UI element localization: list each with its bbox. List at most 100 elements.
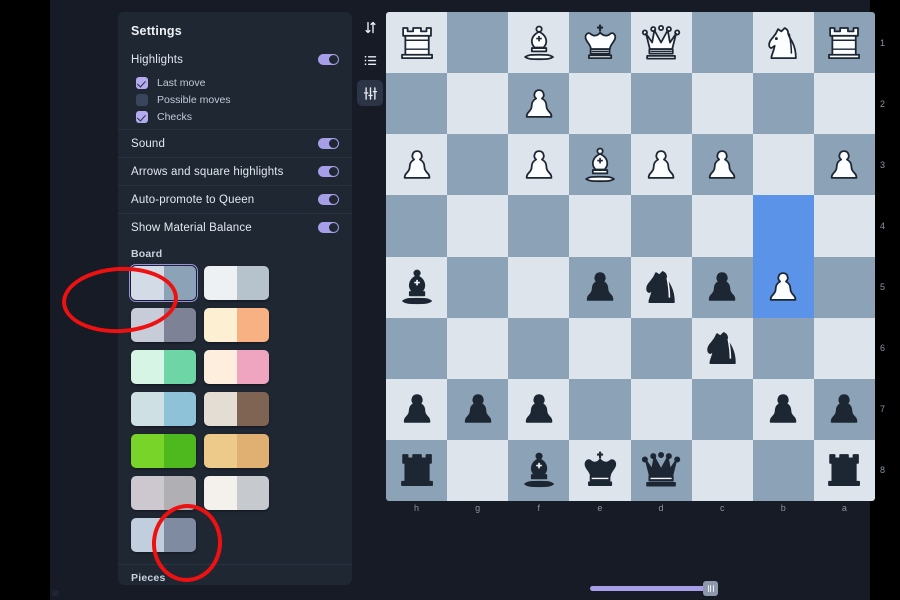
settings-sliders-icon[interactable] (357, 80, 383, 106)
board-theme-swatch[interactable] (131, 476, 196, 510)
board-square[interactable] (630, 256, 692, 318)
setting-row-arrows[interactable]: Arrows and square highlights (118, 157, 352, 185)
board-square[interactable] (386, 195, 448, 257)
board-square[interactable] (569, 12, 631, 74)
board-theme-swatch[interactable] (204, 476, 269, 510)
board-square[interactable] (752, 195, 814, 257)
board-square[interactable] (386, 134, 448, 196)
board-theme-swatch[interactable] (128, 263, 199, 303)
board-square[interactable] (569, 195, 631, 257)
board-theme-swatch[interactable] (204, 392, 269, 426)
board-square[interactable] (386, 378, 448, 440)
highlights-toggle[interactable] (318, 54, 339, 65)
board-square[interactable] (752, 317, 814, 379)
checkbox-last-move[interactable] (136, 76, 148, 89)
board-square[interactable] (508, 134, 570, 196)
move-list-icon[interactable] (357, 47, 383, 73)
board-square[interactable] (386, 439, 448, 501)
board-square[interactable] (691, 256, 753, 318)
board-square[interactable] (813, 12, 875, 74)
board-square[interactable] (813, 195, 875, 257)
board-square[interactable] (630, 195, 692, 257)
board-theme-swatch[interactable] (204, 308, 269, 342)
board-square[interactable] (386, 73, 448, 135)
chess-board[interactable] (386, 12, 875, 501)
board-square[interactable] (813, 439, 875, 501)
board-square[interactable] (752, 256, 814, 318)
board-square[interactable] (630, 134, 692, 196)
board-square[interactable] (508, 378, 570, 440)
board-square[interactable] (630, 317, 692, 379)
board-square[interactable] (386, 256, 448, 318)
checkbox-row-possible-moves[interactable]: Possible moves (118, 91, 352, 108)
board-square[interactable] (813, 256, 875, 318)
board-square[interactable] (752, 439, 814, 501)
material-balance-toggle[interactable] (318, 222, 339, 233)
board-square[interactable] (508, 439, 570, 501)
board-square[interactable] (447, 73, 509, 135)
board-square[interactable] (691, 134, 753, 196)
checkbox-possible-moves[interactable] (136, 93, 148, 106)
board-square[interactable] (691, 378, 753, 440)
board-square[interactable] (691, 195, 753, 257)
board-theme-swatch[interactable] (131, 392, 196, 426)
board-theme-swatch[interactable] (204, 266, 269, 300)
arrows-toggle[interactable] (318, 166, 339, 177)
board-square[interactable] (752, 378, 814, 440)
board-square[interactable] (386, 12, 448, 74)
board-square[interactable] (569, 317, 631, 379)
board-square[interactable] (447, 12, 509, 74)
slider-handle[interactable] (703, 581, 718, 596)
board-square[interactable] (508, 195, 570, 257)
swatch-light (204, 350, 237, 384)
setting-row-auto-promote[interactable]: Auto-promote to Queen (118, 185, 352, 213)
board-square[interactable] (508, 12, 570, 74)
board-square[interactable] (569, 73, 631, 135)
board-square[interactable] (447, 195, 509, 257)
progress-slider[interactable] (590, 581, 718, 596)
checkbox-checks[interactable] (136, 110, 148, 123)
board-square[interactable] (813, 134, 875, 196)
board-square[interactable] (691, 12, 753, 74)
setting-row-sound[interactable]: Sound (118, 129, 352, 157)
board-square[interactable] (569, 256, 631, 318)
board-square[interactable] (752, 134, 814, 196)
board-square[interactable] (752, 12, 814, 74)
board-square[interactable] (447, 134, 509, 196)
board-square[interactable] (447, 317, 509, 379)
board-theme-swatch[interactable] (204, 434, 269, 468)
auto-promote-toggle[interactable] (318, 194, 339, 205)
board-square[interactable] (569, 134, 631, 196)
flip-board-icon[interactable] (357, 14, 383, 40)
board-square[interactable] (813, 317, 875, 379)
board-square[interactable] (447, 256, 509, 318)
board-square[interactable] (569, 378, 631, 440)
board-square[interactable] (508, 73, 570, 135)
board-square[interactable] (630, 439, 692, 501)
checkbox-row-last-move[interactable]: Last move (118, 74, 352, 91)
board-square[interactable] (752, 73, 814, 135)
board-theme-swatch[interactable] (131, 308, 196, 342)
setting-row-highlights[interactable]: Highlights (118, 46, 352, 73)
board-square[interactable] (630, 378, 692, 440)
checkbox-row-checks[interactable]: Checks (118, 108, 352, 125)
board-square[interactable] (630, 12, 692, 74)
board-square[interactable] (508, 317, 570, 379)
sound-toggle[interactable] (318, 138, 339, 149)
board-square[interactable] (447, 439, 509, 501)
board-theme-swatch[interactable] (204, 350, 269, 384)
board-square[interactable] (813, 378, 875, 440)
board-square[interactable] (508, 256, 570, 318)
board-square[interactable] (691, 439, 753, 501)
board-square[interactable] (691, 73, 753, 135)
board-square[interactable] (813, 73, 875, 135)
setting-row-material-balance[interactable]: Show Material Balance (118, 213, 352, 241)
board-theme-swatch[interactable] (131, 434, 196, 468)
board-square[interactable] (691, 317, 753, 379)
board-theme-swatch[interactable] (131, 518, 196, 552)
board-square[interactable] (630, 73, 692, 135)
board-square[interactable] (447, 378, 509, 440)
board-theme-swatch[interactable] (131, 350, 196, 384)
board-square[interactable] (569, 439, 631, 501)
board-square[interactable] (386, 317, 448, 379)
